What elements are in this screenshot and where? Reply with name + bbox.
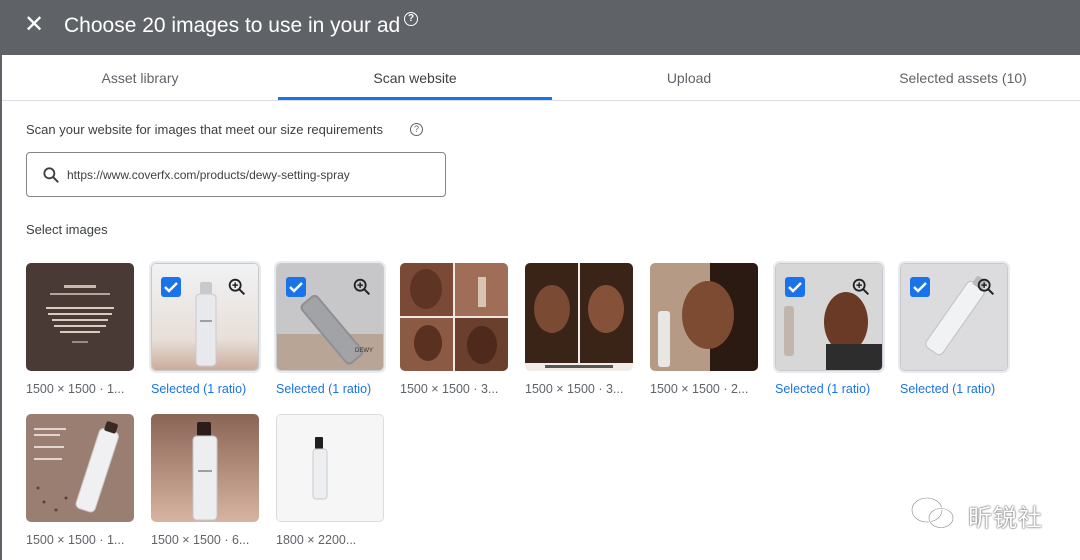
image-thumb[interactable] — [900, 263, 1008, 371]
svg-text:DEWY: DEWY — [355, 348, 373, 354]
image-thumb[interactable] — [525, 263, 633, 371]
title-help-icon[interactable]: ? — [404, 12, 418, 26]
wechat-icon — [910, 496, 955, 529]
image-caption: 1500 × 1500 · 3... — [400, 382, 499, 396]
url-field[interactable] — [26, 152, 446, 197]
review-card-image — [26, 263, 134, 371]
tab-bar: Asset library Scan website Upload Select… — [2, 55, 1080, 101]
image-thumb[interactable] — [26, 263, 134, 371]
watermark-text: 昕锐社 — [968, 504, 1043, 532]
dialog-header: ✕ Choose 20 images to use in your ad ? — [0, 0, 1080, 55]
image-thumb[interactable] — [775, 263, 883, 371]
dialog-left-edge — [0, 55, 2, 560]
image-caption: 1800 × 2200... — [276, 533, 357, 547]
image-selected-status: Selected (1 ratio) — [775, 382, 871, 396]
active-tab-indicator — [278, 97, 552, 100]
zoom-icon[interactable] — [226, 276, 248, 298]
search-icon — [43, 167, 59, 183]
select-images-label: Select images — [26, 222, 108, 237]
image-caption: 1500 × 1500 · 1... — [26, 533, 125, 547]
image-thumb[interactable]: DEWY — [276, 263, 384, 371]
model-before-after-image — [525, 263, 633, 371]
checkbox-checked[interactable] — [286, 277, 306, 297]
tab-selected-assets[interactable]: Selected assets (10) — [826, 55, 1080, 101]
product-promo-image — [26, 414, 134, 522]
image-selected-status: Selected (1 ratio) — [276, 382, 372, 396]
help-icon[interactable]: ? — [410, 123, 423, 136]
watermark: 昕锐社 — [910, 494, 1050, 532]
model-spray-image — [650, 263, 758, 371]
dialog-title: Choose 20 images to use in your ad — [64, 14, 401, 37]
model-collage-image — [400, 263, 508, 371]
image-thumb[interactable] — [400, 263, 508, 371]
checkbox-checked[interactable] — [785, 277, 805, 297]
zoom-icon[interactable] — [975, 276, 997, 298]
image-thumb[interactable] — [151, 414, 259, 522]
tab-asset-library[interactable]: Asset library — [2, 55, 278, 101]
checkbox-checked[interactable] — [161, 277, 181, 297]
image-thumb[interactable] — [151, 263, 259, 371]
zoom-icon[interactable] — [850, 276, 872, 298]
image-caption: 1500 × 1500 · 2... — [650, 382, 749, 396]
tab-scan-website[interactable]: Scan website — [278, 55, 552, 101]
image-selected-status: Selected (1 ratio) — [151, 382, 247, 396]
image-caption: 1500 × 1500 · 6... — [151, 533, 250, 547]
close-icon[interactable]: ✕ — [22, 13, 46, 37]
product-image — [277, 415, 383, 521]
image-selected-status: Selected (1 ratio) — [900, 382, 996, 396]
zoom-icon[interactable] — [351, 276, 373, 298]
scan-website-label: Scan your website for images that meet o… — [26, 122, 383, 137]
checkbox-checked[interactable] — [910, 277, 930, 297]
tab-upload[interactable]: Upload — [552, 55, 826, 101]
url-input[interactable] — [67, 166, 437, 184]
image-caption: 1500 × 1500 · 1... — [26, 382, 125, 396]
image-thumb[interactable] — [276, 414, 384, 522]
image-caption: 1500 × 1500 · 3... — [525, 382, 624, 396]
image-thumb[interactable] — [26, 414, 134, 522]
product-image — [151, 414, 259, 522]
image-thumb[interactable] — [650, 263, 758, 371]
